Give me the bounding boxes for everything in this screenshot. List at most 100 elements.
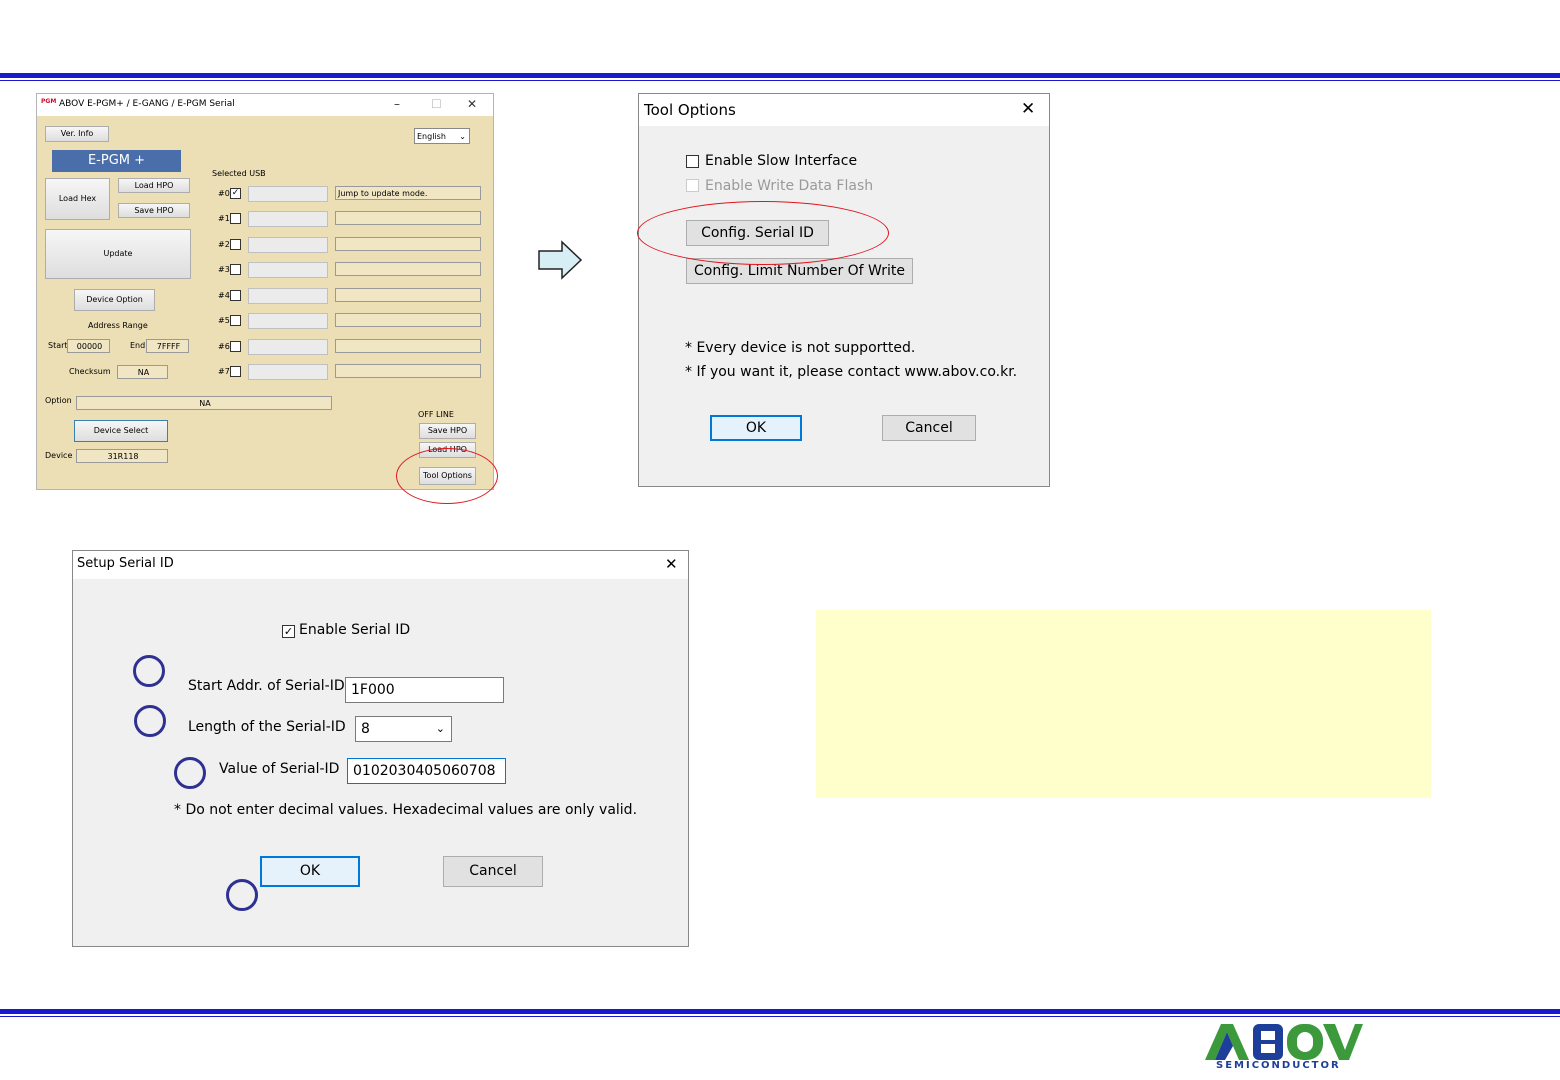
end-field[interactable]: 7FFFF xyxy=(146,339,189,353)
start-addr-label: Start Addr. of Serial-ID xyxy=(188,678,345,694)
offline-save-hpo-button[interactable]: Save HPO xyxy=(419,423,476,439)
language-value: English xyxy=(417,132,446,141)
step-circle xyxy=(134,705,166,737)
step-circle xyxy=(133,655,165,687)
usb-label: #5 xyxy=(218,316,230,325)
usb-status xyxy=(335,288,481,302)
usb-device-field xyxy=(248,186,328,202)
usb-label: #7 xyxy=(218,367,230,376)
title-bar: Tool Options ✕ xyxy=(639,94,1049,126)
ok-button[interactable]: OK xyxy=(710,415,802,441)
chevron-down-icon: ⌄ xyxy=(459,132,466,141)
ver-info-button[interactable]: Ver. Info xyxy=(45,126,109,142)
usb-status xyxy=(335,211,481,225)
usb-status xyxy=(335,364,481,378)
slow-interface-label: Enable Slow Interface xyxy=(705,153,858,169)
usb-device-field xyxy=(248,339,328,355)
usb-checkbox[interactable] xyxy=(230,213,241,224)
top-rule-thin xyxy=(0,80,1560,81)
dialog-title: Tool Options xyxy=(644,101,736,119)
app-icon: PGM xyxy=(41,98,57,105)
usb-device-field xyxy=(248,237,328,253)
enable-serial-id-checkbox[interactable]: ✓ xyxy=(282,625,295,638)
language-select[interactable]: English ⌄ xyxy=(414,128,470,144)
usb-device-field xyxy=(248,262,328,278)
note-contact: * If you want it, please contact www.abo… xyxy=(685,364,1018,380)
highlight-ellipse xyxy=(637,201,889,265)
start-addr-input[interactable]: 1F000 xyxy=(345,677,504,703)
arrow-right-icon xyxy=(538,240,583,280)
hex-note: * Do not enter decimal values. Hexadecim… xyxy=(174,802,638,818)
option-field: NA xyxy=(76,396,332,410)
device-select-button[interactable]: Device Select xyxy=(74,420,168,442)
cancel-button[interactable]: Cancel xyxy=(443,856,543,887)
minimize-icon[interactable]: – xyxy=(394,97,400,111)
cancel-button[interactable]: Cancel xyxy=(882,415,976,441)
usb-label: #0 xyxy=(218,189,230,198)
usb-label: #2 xyxy=(218,240,230,249)
brand-banner: E-PGM + xyxy=(52,150,181,172)
length-value: 8 xyxy=(361,721,370,737)
serial-id-dialog: Setup Serial ID ✕ ✓ Enable Serial ID Sta… xyxy=(72,550,689,947)
off-line-label: OFF LINE xyxy=(418,410,454,419)
note-not-supported: * Every device is not supportted. xyxy=(685,340,916,356)
write-data-flash-checkbox xyxy=(686,179,699,192)
length-select[interactable]: 8 ⌄ xyxy=(355,716,452,742)
device-label: Device xyxy=(45,451,73,460)
start-field[interactable]: 00000 xyxy=(67,339,110,353)
tool-options-dialog: Tool Options ✕ Enable Slow Interface Ena… xyxy=(638,93,1050,487)
checksum-field: NA xyxy=(117,365,168,379)
usb-checkbox[interactable] xyxy=(230,239,241,250)
update-button[interactable]: Update xyxy=(45,229,191,279)
close-icon[interactable]: ✕ xyxy=(665,555,678,573)
title-bar: Setup Serial ID ✕ xyxy=(73,551,688,579)
device-option-button[interactable]: Device Option xyxy=(74,289,155,311)
usb-checkbox[interactable] xyxy=(230,315,241,326)
usb-status xyxy=(335,339,481,353)
usb-checkbox[interactable]: ✓ xyxy=(230,188,241,199)
length-label: Length of the Serial-ID xyxy=(188,719,346,735)
usb-checkbox[interactable] xyxy=(230,341,241,352)
usb-device-field xyxy=(248,211,328,227)
maximize-icon[interactable]: ☐ xyxy=(431,97,442,111)
top-rule xyxy=(0,73,1560,78)
epgm-window: PGM ABOV E-PGM+ / E-GANG / E-PGM Serial … xyxy=(36,93,494,490)
value-input[interactable]: 0102030405060708 xyxy=(347,758,506,784)
window-title: ABOV E-PGM+ / E-GANG / E-PGM Serial xyxy=(59,99,235,109)
selected-usb-label: Selected USB xyxy=(212,169,266,178)
title-bar: PGM ABOV E-PGM+ / E-GANG / E-PGM Serial … xyxy=(37,94,493,116)
checksum-label: Checksum xyxy=(69,367,111,376)
abov-logo-sub: SEMICONDUCTOR xyxy=(1216,1060,1341,1071)
close-icon[interactable]: ✕ xyxy=(1021,99,1035,119)
close-icon[interactable]: ✕ xyxy=(467,97,477,111)
usb-status xyxy=(335,262,481,276)
usb-checkbox[interactable] xyxy=(230,366,241,377)
usb-label: #3 xyxy=(218,265,230,274)
step-circle xyxy=(174,757,206,789)
enable-serial-id-label: Enable Serial ID xyxy=(299,622,411,638)
note-box xyxy=(816,610,1431,798)
highlight-ellipse xyxy=(396,448,498,504)
save-hpo-button[interactable]: Save HPO xyxy=(118,203,190,218)
load-hex-button[interactable]: Load Hex xyxy=(45,178,110,220)
start-label: Start xyxy=(48,341,68,350)
bottom-rule xyxy=(0,1009,1560,1014)
option-label: Option xyxy=(45,396,72,405)
usb-status xyxy=(335,237,481,251)
usb-checkbox[interactable] xyxy=(230,264,241,275)
end-label: End xyxy=(130,341,146,350)
address-range-label: Address Range xyxy=(88,321,148,330)
abov-logo: SEMICONDUCTOR xyxy=(1203,1022,1363,1072)
load-hpo-button[interactable]: Load HPO xyxy=(118,178,190,193)
usb-device-field xyxy=(248,313,328,329)
usb-status xyxy=(335,313,481,327)
abov-logo-mark xyxy=(1205,1024,1363,1060)
usb-checkbox[interactable] xyxy=(230,290,241,301)
chevron-down-icon: ⌄ xyxy=(435,722,445,735)
slow-interface-checkbox[interactable] xyxy=(686,155,699,168)
ok-button[interactable]: OK xyxy=(260,856,360,887)
usb-device-field xyxy=(248,288,328,304)
usb-device-field xyxy=(248,364,328,380)
write-data-flash-label: Enable Write Data Flash xyxy=(705,178,874,194)
value-label: Value of Serial-ID xyxy=(219,761,340,777)
